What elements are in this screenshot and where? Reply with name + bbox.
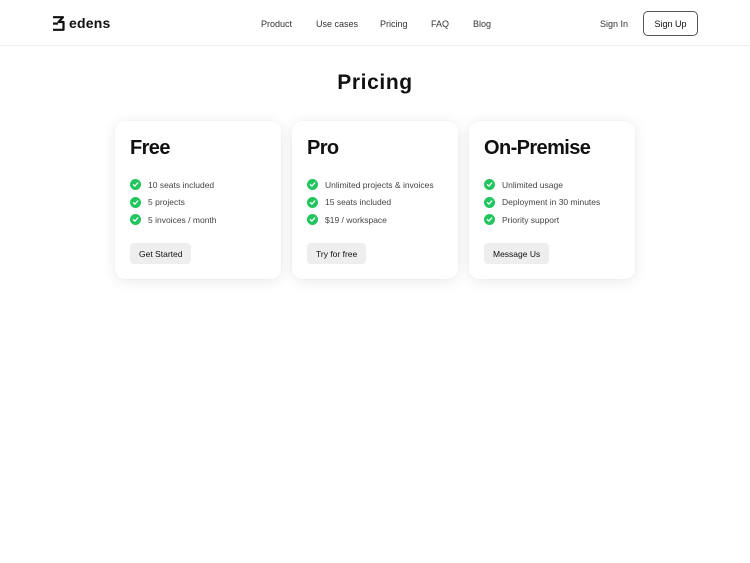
check-circle-icon [484, 196, 495, 208]
feature-list: Unlimited usage Deployment in 30 minutes… [484, 176, 600, 229]
plan-name: Pro [307, 137, 339, 159]
feature-item: 5 invoices / month [130, 211, 217, 229]
check-circle-icon [307, 179, 318, 191]
nav-use-cases[interactable]: Use cases [316, 18, 358, 30]
feature-item: 15 seats included [307, 194, 434, 212]
feature-item: 5 projects [130, 194, 217, 212]
feature-text: 5 projects [148, 197, 185, 208]
plan-card-pro: Pro Unlimited projects & invoices 15 sea… [292, 121, 458, 279]
sign-up-button[interactable]: Sign Up [643, 11, 698, 36]
nav-faq[interactable]: FAQ [431, 18, 449, 30]
message-us-button[interactable]: Message Us [484, 243, 550, 264]
nav-blog[interactable]: Blog [473, 18, 491, 30]
feature-text: 15 seats included [325, 197, 392, 208]
feature-text: Unlimited projects & invoices [325, 179, 434, 190]
feature-list: 10 seats included 5 projects 5 invoices … [130, 176, 217, 229]
plan-card-free: Free 10 seats included 5 projects 5 invo… [115, 121, 281, 279]
site-header: edens Product Use cases Pricing FAQ Blog… [0, 0, 750, 46]
get-started-button[interactable]: Get Started [130, 243, 192, 264]
plan-name: On-Premise [484, 137, 591, 159]
feature-text: Deployment in 30 minutes [502, 197, 601, 208]
feature-item: Unlimited projects & invoices [307, 176, 434, 194]
feature-text: Priority support [502, 214, 560, 225]
feature-list: Unlimited projects & invoices 15 seats i… [307, 176, 434, 229]
main-nav: Product Use cases Pricing FAQ Blog [0, 18, 750, 30]
plan-name: Free [130, 137, 170, 159]
nav-pricing[interactable]: Pricing [380, 18, 408, 30]
feature-item: Priority support [484, 211, 600, 229]
check-circle-icon [130, 196, 141, 208]
check-circle-icon [130, 214, 141, 226]
check-circle-icon [484, 179, 495, 191]
try-for-free-button[interactable]: Try for free [307, 243, 367, 264]
check-circle-icon [484, 214, 495, 226]
page-title: Pricing [337, 71, 413, 94]
feature-text: 5 invoices / month [148, 214, 217, 225]
check-circle-icon [307, 196, 318, 208]
plan-card-on-premise: On-Premise Unlimited usage Deployment in… [469, 121, 635, 279]
feature-text: Unlimited usage [502, 179, 563, 190]
check-circle-icon [307, 214, 318, 226]
feature-item: $19 / workspace [307, 211, 434, 229]
sign-in-link[interactable]: Sign In [600, 18, 628, 30]
check-circle-icon [130, 179, 141, 191]
nav-product[interactable]: Product [261, 18, 292, 30]
feature-item: Unlimited usage [484, 176, 600, 194]
feature-item: Deployment in 30 minutes [484, 194, 600, 212]
feature-text: 10 seats included [148, 179, 215, 190]
feature-text: $19 / workspace [325, 214, 387, 225]
feature-item: 10 seats included [130, 176, 217, 194]
